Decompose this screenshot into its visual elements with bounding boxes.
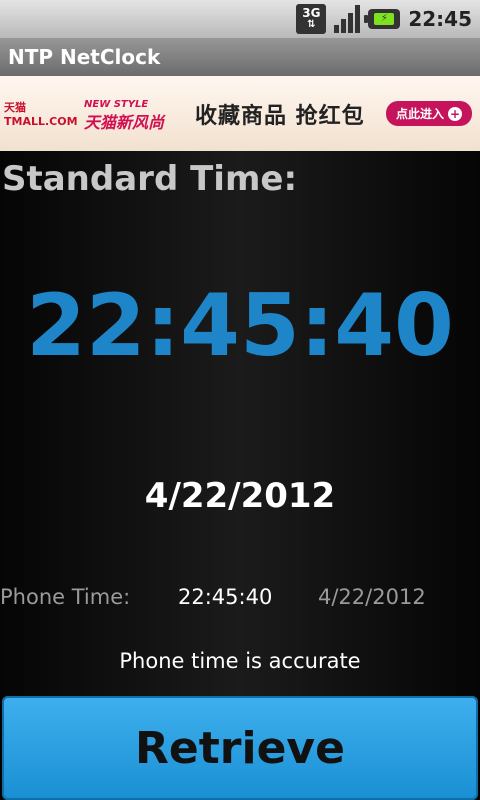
plus-icon: +: [448, 106, 462, 121]
accuracy-message: Phone time is accurate: [119, 649, 361, 673]
ad-logo: 天猫 TMALL.COM: [4, 101, 78, 128]
status-clock: 22:45: [408, 7, 472, 31]
ad-brand: NEW STYLE 天猫新风尚: [84, 96, 189, 132]
phone-time-value: 22:45:40: [178, 585, 273, 609]
status-icons: 3G ⇅ ⚡ 22:45: [296, 0, 472, 38]
ad-brand-text: 天猫新风尚: [84, 112, 165, 132]
app-title-bar: NTP NetClock: [0, 38, 480, 76]
standard-date-value: 4/22/2012: [144, 476, 336, 516]
ad-style-text: NEW STYLE: [84, 98, 149, 110]
phone-date-value: 4/22/2012: [318, 585, 426, 609]
phone-time-label: Phone Time:: [0, 585, 131, 609]
clock-panel: Standard Time: 22:45:40 4/22/2012 Phone …: [0, 151, 480, 696]
battery-charging-icon: ⚡: [364, 9, 401, 29]
ad-button-label: 点此进入: [395, 107, 444, 121]
standard-time-value: 22:45:40: [26, 276, 454, 376]
ad-banner[interactable]: 天猫 TMALL.COM NEW STYLE 天猫新风尚 收藏商品 抢红包 点此…: [0, 76, 480, 151]
ad-slogan: 收藏商品 抢红包: [195, 103, 365, 129]
network-label: 3G: [302, 6, 321, 20]
data-arrows-icon: ⇅: [307, 19, 316, 30]
status-bar: 3G ⇅ ⚡ 22:45: [0, 0, 480, 38]
standard-time-label: Standard Time:: [2, 159, 298, 199]
network-3g-icon: 3G ⇅: [296, 4, 327, 34]
retrieve-button[interactable]: Retrieve: [2, 696, 478, 800]
phone-time-row: Phone Time: 22:45:40 4/22/2012: [0, 585, 480, 615]
ad-enter-button[interactable]: 点此进入 +: [385, 101, 472, 126]
app-title: NTP NetClock: [8, 45, 161, 69]
signal-strength-icon: [334, 5, 361, 33]
